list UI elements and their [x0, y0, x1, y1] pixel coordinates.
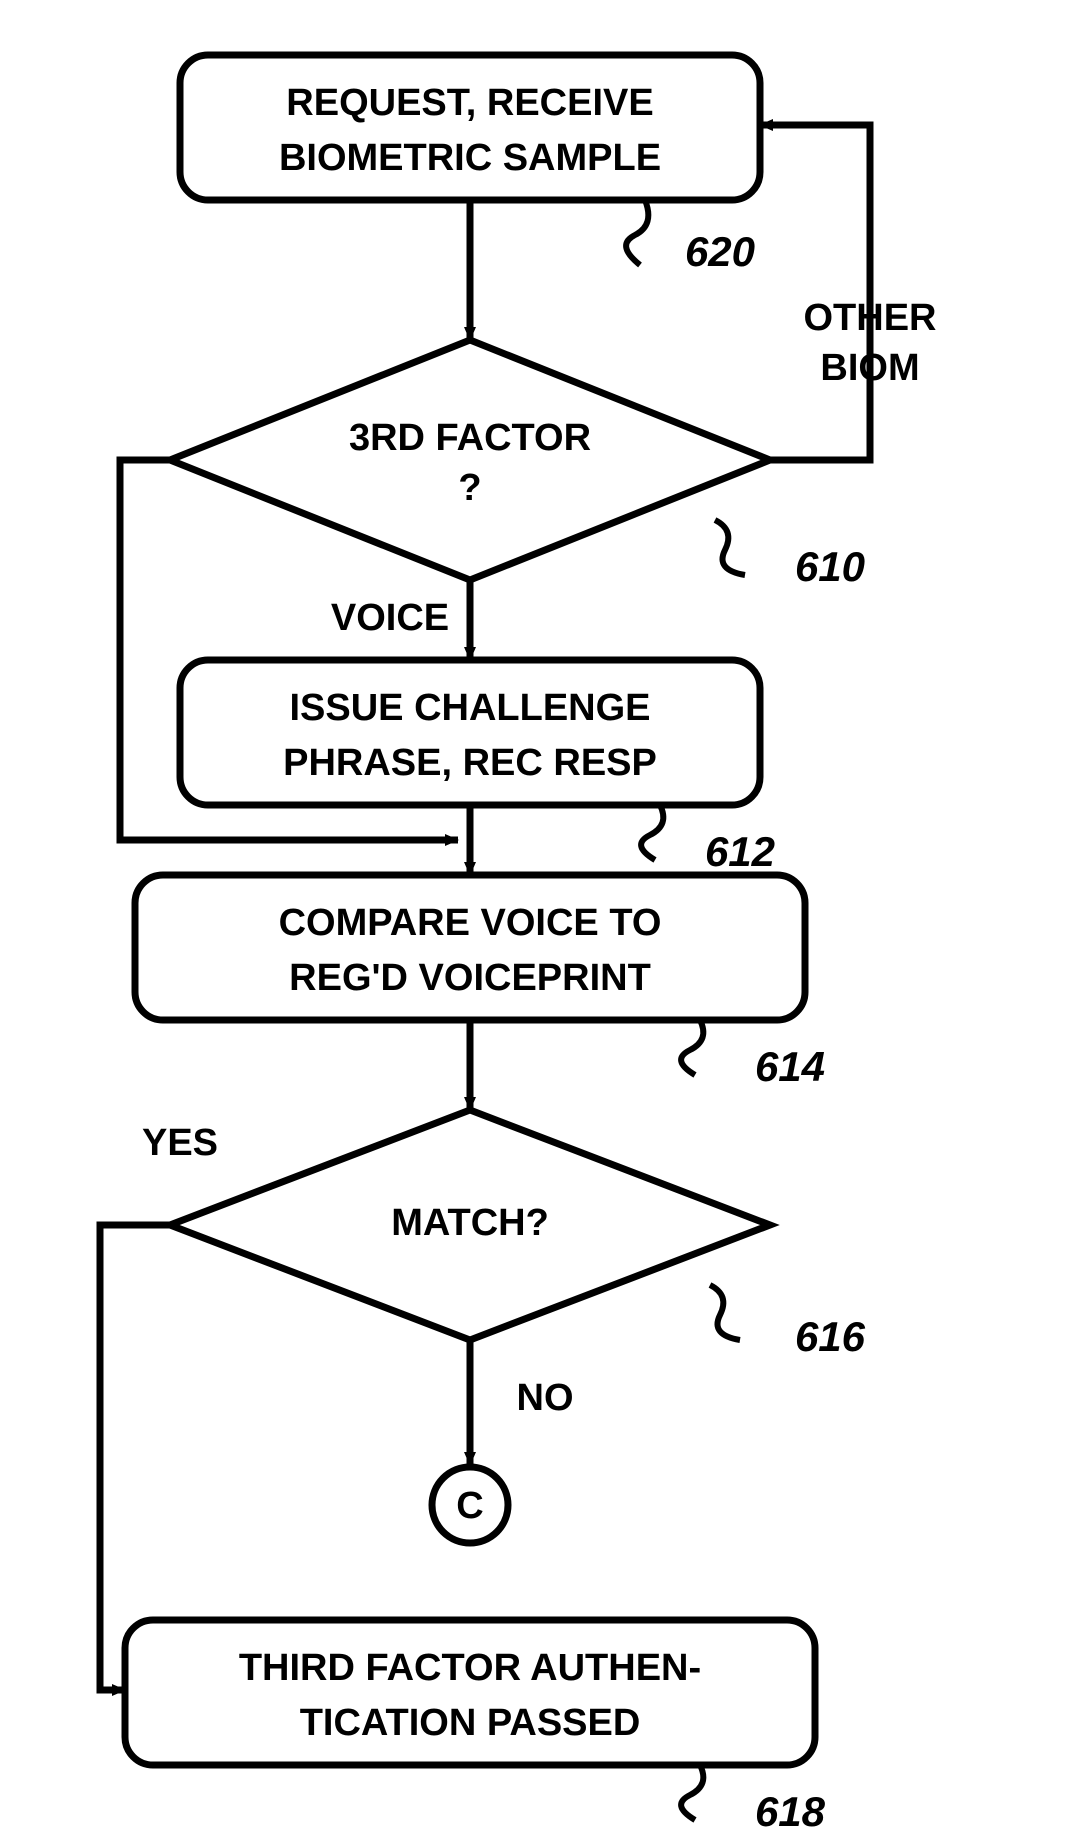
diamond-616-line1: MATCH? [391, 1202, 549, 1244]
ref-612: 612 [705, 828, 775, 875]
ref-616: 616 [795, 1313, 866, 1360]
ref-620: 620 [685, 228, 755, 275]
diamond-610-line1: 3RD FACTOR [349, 417, 591, 459]
box-620-line2: BIOMETRIC SAMPLE [279, 137, 661, 179]
box-614-line2: REG'D VOICEPRINT [289, 957, 651, 999]
box-618-line2: TICATION PASSED [300, 1702, 641, 1744]
ref-614: 614 [755, 1043, 825, 1090]
box-620-line1: REQUEST, RECEIVE [286, 82, 653, 124]
ref-618: 618 [755, 1788, 826, 1835]
label-other: OTHER [804, 297, 937, 339]
ref-610: 610 [795, 543, 865, 590]
diamond-610-line2: ? [458, 467, 481, 509]
box-612-line1: ISSUE CHALLENGE [289, 687, 650, 729]
label-no: NO [517, 1377, 574, 1419]
box-612-line2: PHRASE, REC RESP [283, 742, 657, 784]
box-614-line1: COMPARE VOICE TO [279, 902, 662, 944]
diamond-3rd-factor [170, 340, 770, 580]
connector-c-label: C [456, 1485, 483, 1527]
label-yes: YES [142, 1122, 218, 1164]
box-618-line1: THIRD FACTOR AUTHEN- [239, 1647, 701, 1689]
label-biom: BIOM [820, 347, 919, 389]
label-voice: VOICE [331, 597, 449, 639]
